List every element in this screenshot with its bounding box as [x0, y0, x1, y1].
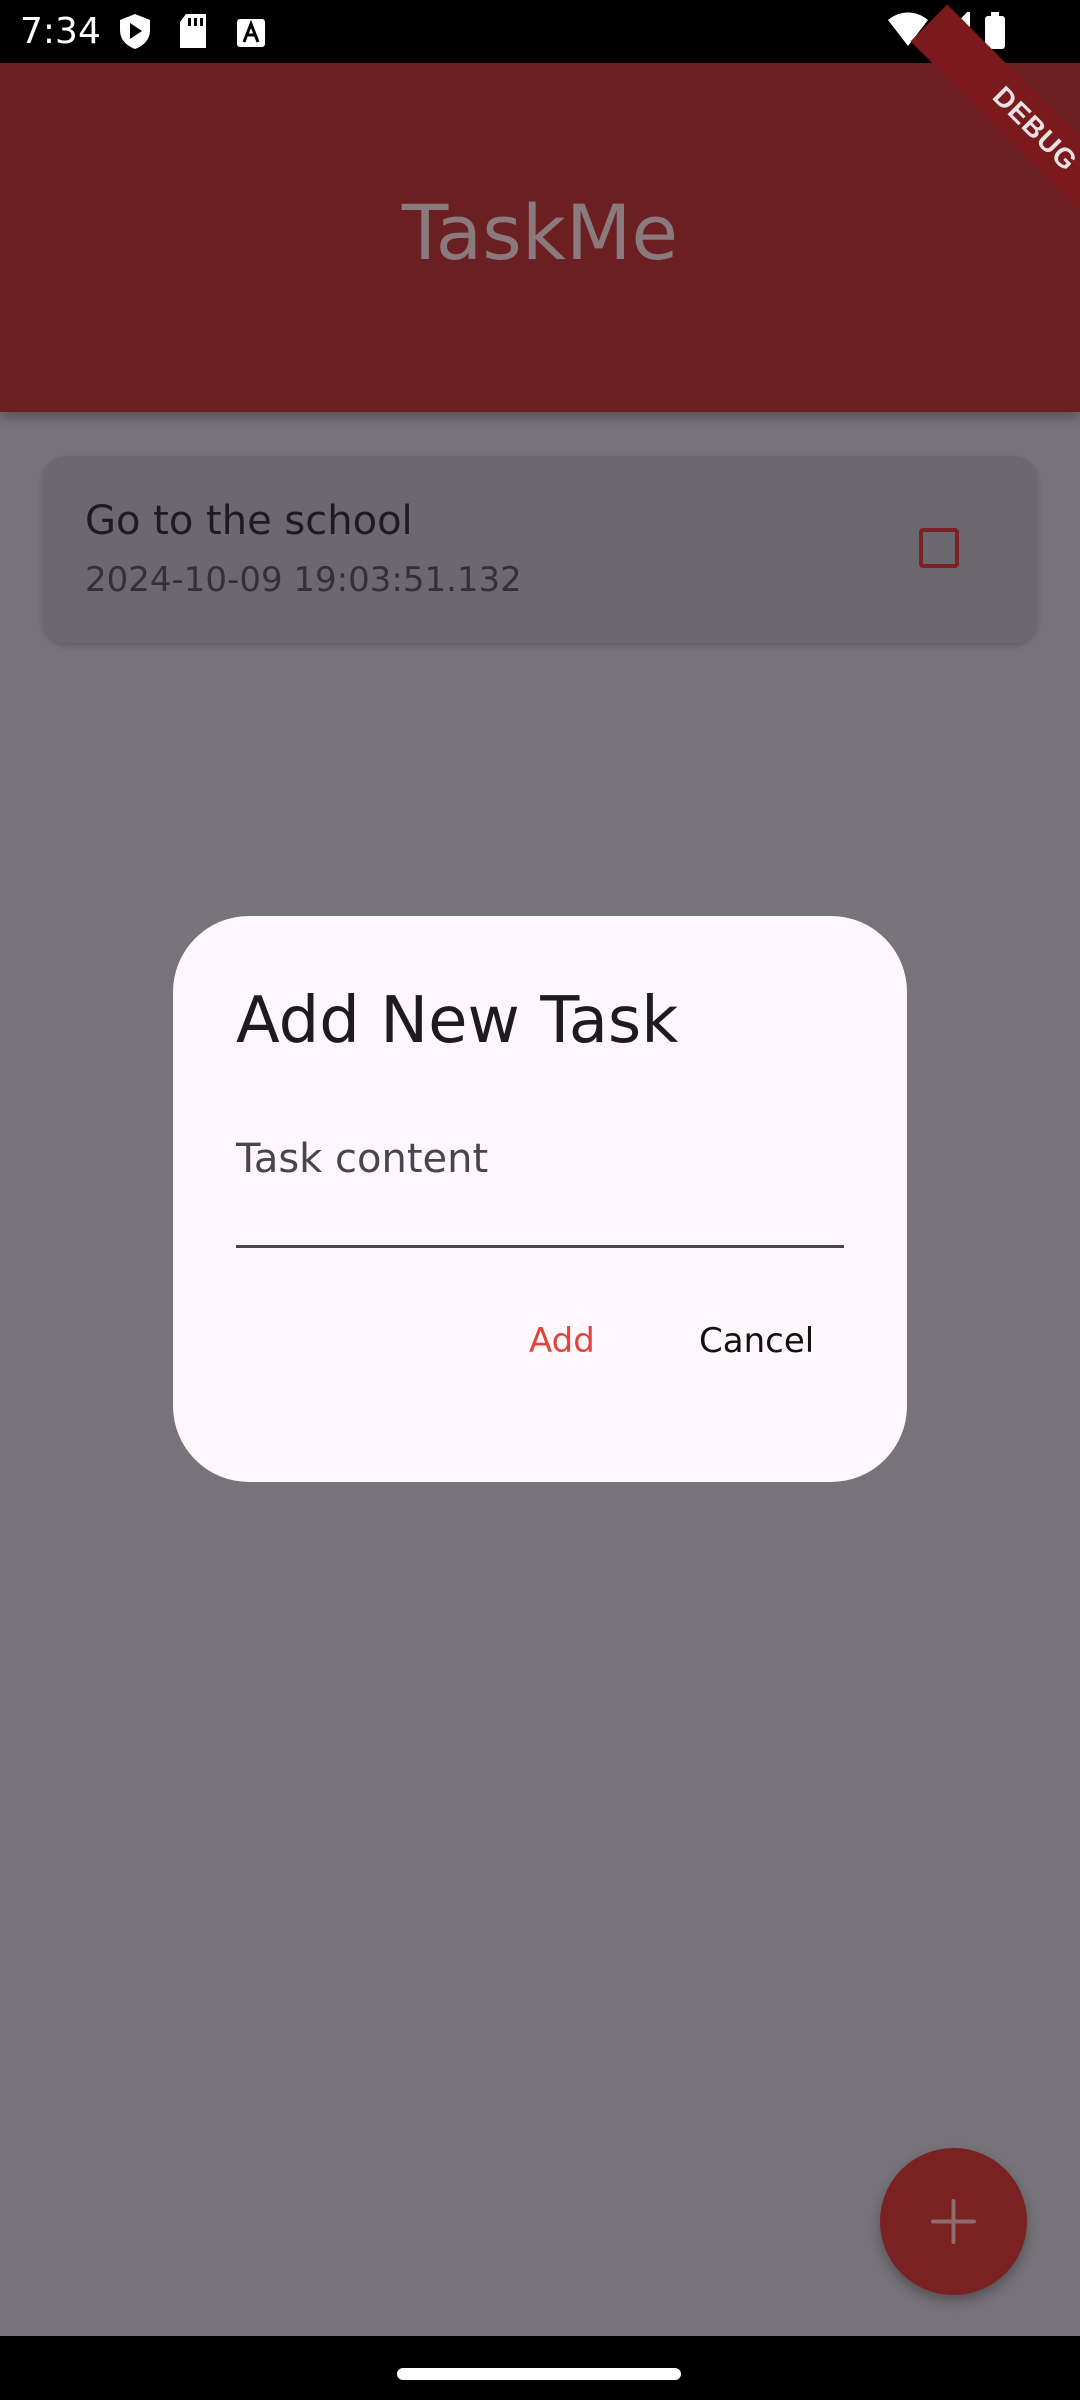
navigation-bar [0, 2336, 1080, 2400]
status-time: 7:34 [20, 11, 101, 52]
home-indicator[interactable] [397, 2368, 681, 2380]
play-protect-icon [120, 14, 150, 49]
task-content-label: Task content [236, 1136, 489, 1182]
task-content-field[interactable]: Task content [236, 1136, 844, 1248]
sd-card-icon [180, 14, 206, 48]
add-task-dialog: Add New Task Task content Add Cancel [173, 916, 907, 1482]
add-button[interactable]: Add [529, 1321, 595, 1361]
status-bar: 7:34 [0, 0, 1080, 63]
a-icon [237, 19, 265, 47]
plus-icon [931, 2199, 976, 2244]
task-card[interactable]: Go to the school 2024-10-09 19:03:51.132 [43, 456, 1037, 643]
task-timestamp: 2024-10-09 19:03:51.132 [85, 560, 522, 600]
add-task-fab[interactable] [880, 2148, 1027, 2295]
app-title: TaskMe [401, 188, 679, 277]
task-checkbox[interactable] [919, 528, 959, 568]
task-title: Go to the school [85, 498, 413, 544]
cancel-button[interactable]: Cancel [699, 1321, 814, 1361]
app-bar: TaskMe DEBUG [0, 4, 1080, 412]
dialog-title: Add New Task [236, 984, 679, 1058]
